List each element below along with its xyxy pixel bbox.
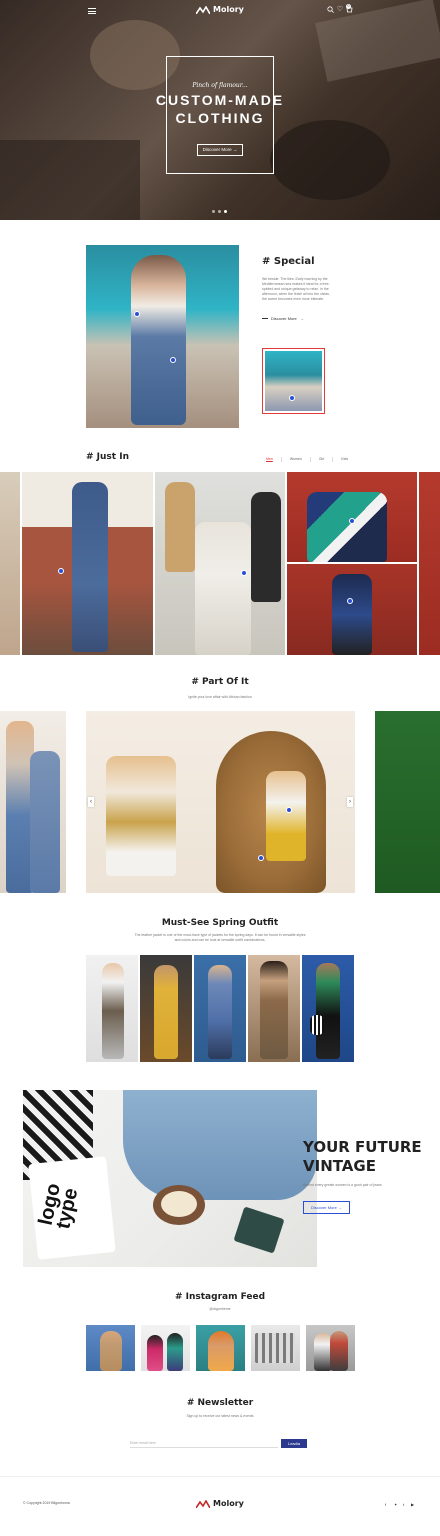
- youtube-icon[interactable]: ▶: [411, 1502, 414, 1507]
- just-in-title: # Just In: [86, 452, 129, 462]
- hero-title-line1: CUSTOM-MADE: [155, 92, 285, 108]
- outfit-image[interactable]: [86, 955, 138, 1062]
- slide-dot[interactable]: [218, 210, 221, 213]
- vintage-title-line2: VINTAGE: [303, 1157, 376, 1175]
- newsletter-email-input[interactable]: Enter email here: [130, 1438, 278, 1448]
- outfit-image[interactable]: [194, 955, 246, 1062]
- hotspot-dot[interactable]: [347, 598, 353, 604]
- special-text: We beside. The tiles. Early morning by t…: [262, 277, 330, 301]
- hotspot-dot[interactable]: [289, 395, 295, 401]
- hero-title-line2: CLOTHING: [175, 110, 265, 126]
- slide-dot-active[interactable]: [224, 210, 227, 213]
- tab-men[interactable]: Men: [258, 457, 282, 462]
- gallery-image[interactable]: [0, 711, 66, 893]
- just-in-tabs: Men Women Girl Kids: [258, 457, 356, 462]
- slide-dot[interactable]: [212, 210, 215, 213]
- gallery-prev-button[interactable]: ‹: [88, 797, 94, 807]
- instagram-post[interactable]: [141, 1325, 190, 1371]
- instagram-icon[interactable]: ✦: [394, 1502, 397, 1507]
- special-image[interactable]: [86, 245, 239, 428]
- instagram-handle: @drgoriheme: [209, 1307, 231, 1311]
- menu-icon[interactable]: [88, 8, 96, 14]
- footer-divider: [0, 1476, 440, 1477]
- special-discover-link[interactable]: Discover More →: [262, 316, 304, 321]
- vintage-discover-button[interactable]: Discover More →: [303, 1201, 350, 1214]
- cart-count-badge: 0: [346, 4, 351, 9]
- vintage-title-line1: YOUR FUTURE: [303, 1138, 422, 1156]
- logo[interactable]: Molory: [196, 5, 244, 14]
- instagram-post[interactable]: [306, 1325, 355, 1371]
- part-of-it-subtitle: Ignite your love affair with African fas…: [188, 695, 252, 699]
- tab-women[interactable]: Women: [282, 457, 311, 462]
- newsletter-submit-button[interactable]: Leadia: [281, 1439, 307, 1448]
- part-of-it-title: # Part Of It: [191, 677, 249, 687]
- product-image[interactable]: [0, 472, 20, 655]
- instagram-post[interactable]: [86, 1325, 135, 1371]
- footer-logo-text: Molory: [213, 1499, 244, 1508]
- instagram-title: # Instagram Feed: [174, 1292, 266, 1302]
- hero-banner: Molory ♡ 0 Pinch of flamour... CUSTOM-MA…: [0, 0, 440, 220]
- outfit-image[interactable]: [140, 955, 192, 1062]
- hotspot-dot[interactable]: [170, 357, 176, 363]
- newsletter-subtitle: Sign up to receive our latest news & eve…: [186, 1414, 254, 1418]
- hero-subtitle: Pinch of flamour...: [192, 82, 248, 89]
- outfit-image[interactable]: [248, 955, 300, 1062]
- hotspot-dot[interactable]: [241, 570, 247, 576]
- twitter-icon[interactable]: t: [403, 1502, 404, 1507]
- hotspot-dot[interactable]: [58, 568, 64, 574]
- gallery-next-button[interactable]: ›: [347, 797, 353, 807]
- spring-title: Must-See Spring Outfit: [161, 918, 279, 928]
- hotspot-dot[interactable]: [258, 855, 264, 861]
- hero-discover-button[interactable]: Discover More →: [197, 144, 243, 156]
- search-icon[interactable]: [326, 6, 334, 14]
- hero-slider-dots: [212, 210, 227, 213]
- heart-icon[interactable]: ♡: [336, 6, 344, 14]
- special-title: # Special: [262, 256, 315, 267]
- spring-text: The leather jacket is one of the must-ha…: [134, 933, 306, 942]
- footer-logo[interactable]: Molory: [196, 1499, 244, 1508]
- footer-copyright: © Copyright 2019 Bllgonhoma: [23, 1501, 70, 1505]
- gallery-image[interactable]: ‹ ›: [86, 711, 355, 893]
- newsletter-title: # Newsletter: [186, 1398, 254, 1408]
- product-image[interactable]: [287, 472, 417, 562]
- logo-mountain-icon: [196, 5, 210, 14]
- product-image[interactable]: [419, 472, 440, 655]
- product-image[interactable]: [22, 472, 153, 655]
- tab-girl[interactable]: Girl: [311, 457, 334, 462]
- product-image[interactable]: [287, 564, 417, 655]
- product-image[interactable]: [155, 472, 285, 655]
- facebook-icon[interactable]: f: [385, 1502, 386, 1507]
- hotspot-dot[interactable]: [349, 518, 355, 524]
- logo-mountain-icon: [196, 1499, 210, 1508]
- tab-kids[interactable]: Kids: [333, 457, 356, 462]
- hotspot-dot[interactable]: [134, 311, 140, 317]
- hotspot-dot[interactable]: [286, 807, 292, 813]
- instagram-post[interactable]: [251, 1325, 300, 1371]
- gallery-image[interactable]: [375, 711, 440, 893]
- special-thumbnail[interactable]: [262, 348, 325, 414]
- instagram-post[interactable]: [196, 1325, 245, 1371]
- vintage-image: logo type: [23, 1090, 317, 1267]
- outfit-image[interactable]: [302, 955, 354, 1062]
- logo-text: Molory: [213, 5, 244, 14]
- vintage-text: Behind every greate women is a good pair…: [303, 1183, 382, 1187]
